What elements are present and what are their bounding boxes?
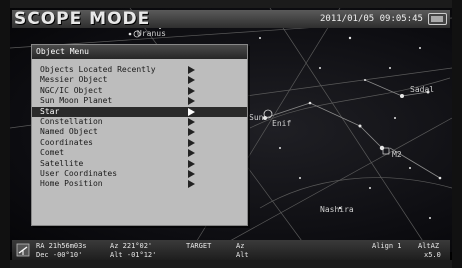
object-menu-header: Object Menu <box>32 45 247 59</box>
submenu-arrow-icon <box>188 138 195 147</box>
map-label-enif: Enif <box>272 119 292 128</box>
map-label-uranus: Uranus <box>137 29 166 38</box>
menu-item-label: User Coordinates <box>40 168 118 178</box>
menu-item-label: Comet <box>40 148 65 158</box>
submenu-arrow-icon <box>188 128 195 137</box>
hand-controller-screen: Uranus Sun Enif M2 Sadal Nashira SCOPE M… <box>0 0 462 268</box>
menu-item-label: Objects Located Recently <box>40 65 156 74</box>
menu-item-label: Home Position <box>40 179 103 189</box>
submenu-arrow-icon <box>188 149 195 158</box>
submenu-arrow-icon <box>188 180 195 189</box>
menu-item-label: Coordinates <box>40 137 93 147</box>
menu-item-label: Satellite <box>40 158 84 168</box>
mode-title: SCOPE MODE <box>14 9 151 29</box>
menu-item-label: Constellation <box>40 116 103 126</box>
map-label-m2: M2 <box>392 150 402 159</box>
menu-item-user-coordinates[interactable]: User Coordinates <box>32 169 247 179</box>
ra-readout: RA 21h56m03s <box>36 242 87 250</box>
menu-item-label: Messier Object <box>40 75 108 85</box>
az-readout: Az 221°02' <box>110 242 153 250</box>
object-menu-title: Object Menu <box>36 47 89 56</box>
date-time-readout: 2011/01/05 09:05:45 <box>320 14 423 24</box>
menu-item-comet[interactable]: Comet <box>32 148 247 158</box>
map-label-nashira: Nashira <box>320 205 354 214</box>
map-label-sadal: Sadal <box>410 85 435 94</box>
submenu-arrow-icon <box>188 117 195 126</box>
submenu-arrow-icon <box>188 76 195 85</box>
menu-item-star[interactable]: Star <box>32 106 247 117</box>
alt-readout: Alt -01°12' <box>110 251 157 259</box>
screen-bezel-left <box>0 0 10 268</box>
menu-item-coordinates[interactable]: Coordinates <box>32 138 247 148</box>
object-menu-list: Objects Located Recently Messier Object … <box>32 65 247 190</box>
align-status: Align 1 <box>372 242 402 250</box>
map-label-sun: Sun <box>249 113 264 122</box>
menu-item-satellite[interactable]: Satellite <box>32 159 247 169</box>
menu-item-home-position[interactable]: Home Position <box>32 179 247 189</box>
submenu-arrow-icon <box>188 97 195 106</box>
menu-item-messier-object[interactable]: Messier Object <box>32 75 247 85</box>
submenu-arrow-icon <box>188 159 195 168</box>
target-label: TARGET <box>186 242 212 250</box>
submenu-arrow-icon <box>188 169 195 178</box>
battery-icon <box>428 13 447 25</box>
submenu-arrow-icon <box>188 107 195 116</box>
screen-bezel-top <box>0 0 462 8</box>
dec-readout: Dec -00°10' <box>36 251 83 259</box>
menu-item-label: Named Object <box>40 127 98 137</box>
telescope-mount-icon <box>16 243 30 257</box>
menu-item-label: Star <box>40 106 60 116</box>
menu-item-ngc-ic-object[interactable]: NGC/IC Object <box>32 86 247 96</box>
zoom-level: x5.0 <box>424 251 441 259</box>
menu-item-sun-moon-planet[interactable]: Sun Moon Planet <box>32 96 247 106</box>
menu-item-constellation[interactable]: Constellation <box>32 117 247 127</box>
target-az-readout: Az <box>236 242 245 250</box>
menu-item-objects-located-recently[interactable]: Objects Located Recently <box>32 65 247 75</box>
screen-bezel-right <box>452 0 462 268</box>
menu-item-label: NGC/IC Object <box>40 85 103 95</box>
submenu-arrow-icon <box>188 66 195 74</box>
menu-item-named-object[interactable]: Named Object <box>32 127 247 137</box>
menu-item-label: Sun Moon Planet <box>40 96 113 106</box>
screen-bezel-bottom <box>0 260 462 268</box>
mount-type: AltAZ <box>418 242 440 250</box>
target-alt-readout: Alt <box>236 251 249 259</box>
submenu-arrow-icon <box>188 86 195 95</box>
object-menu: Object Menu Objects Located Recently Mes… <box>31 44 248 226</box>
